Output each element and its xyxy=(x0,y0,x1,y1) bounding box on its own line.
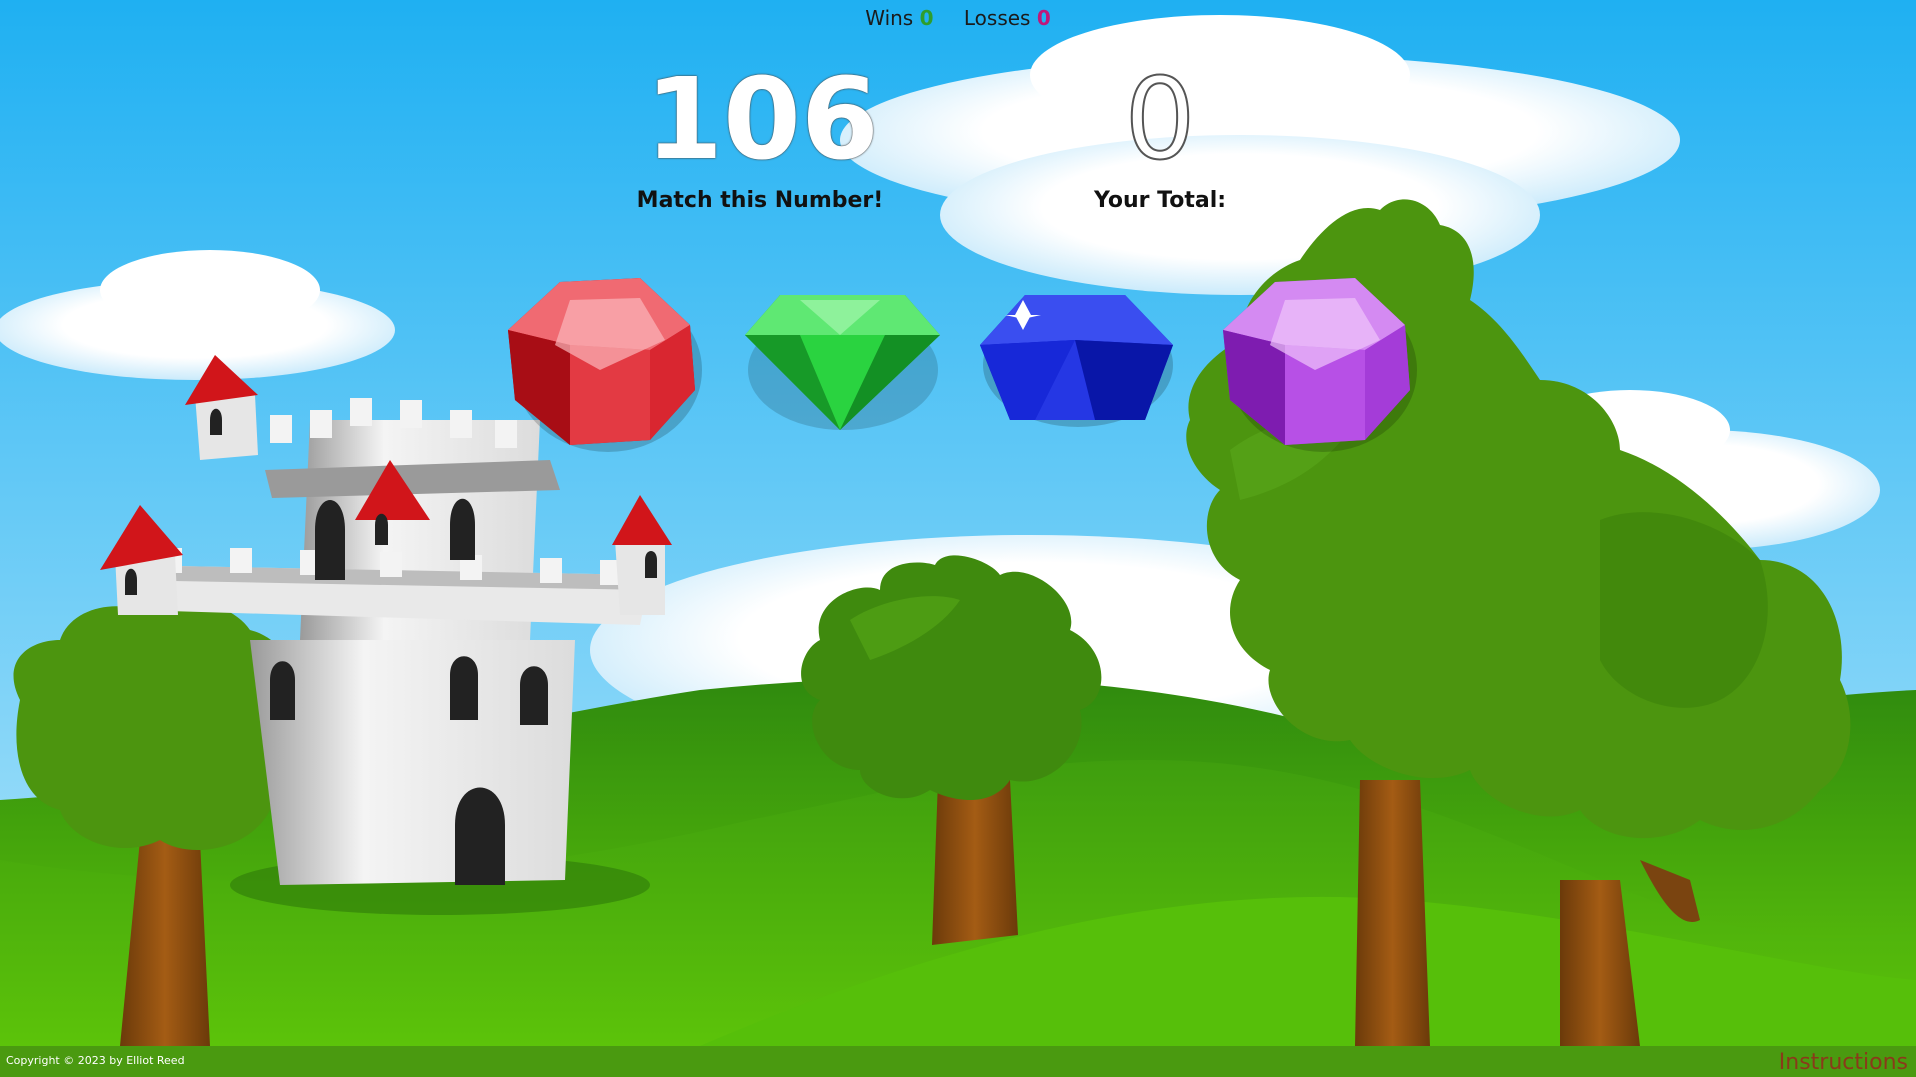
instructions-link[interactable]: Instructions xyxy=(1779,1050,1908,1075)
losses-count: 0 xyxy=(1036,6,1051,30)
background-scene xyxy=(0,0,1916,1077)
blue-gem-button[interactable] xyxy=(975,285,1180,435)
footer: Copyright © 2023 by Elliot Reed Instruct… xyxy=(0,1046,1916,1077)
target-label: Match this Number! xyxy=(636,188,884,213)
total-label: Your Total: xyxy=(1093,188,1227,213)
wins-display: Wins 0 xyxy=(865,6,940,30)
red-gem-button[interactable] xyxy=(500,270,705,455)
green-gem-button[interactable] xyxy=(740,290,945,435)
target-number: 106 xyxy=(645,55,879,185)
purple-gem-button[interactable] xyxy=(1215,270,1420,455)
total-number: 0 xyxy=(1123,54,1196,186)
losses-display: Losses 0 xyxy=(964,6,1051,30)
losses-label: Losses xyxy=(963,6,1031,30)
wins-count: 0 xyxy=(919,6,934,30)
copyright-text: Copyright © 2023 by Elliot Reed xyxy=(6,1054,185,1067)
wins-label: Wins xyxy=(865,6,914,30)
scoreboard: Wins 0 Losses 0 xyxy=(0,6,1916,30)
